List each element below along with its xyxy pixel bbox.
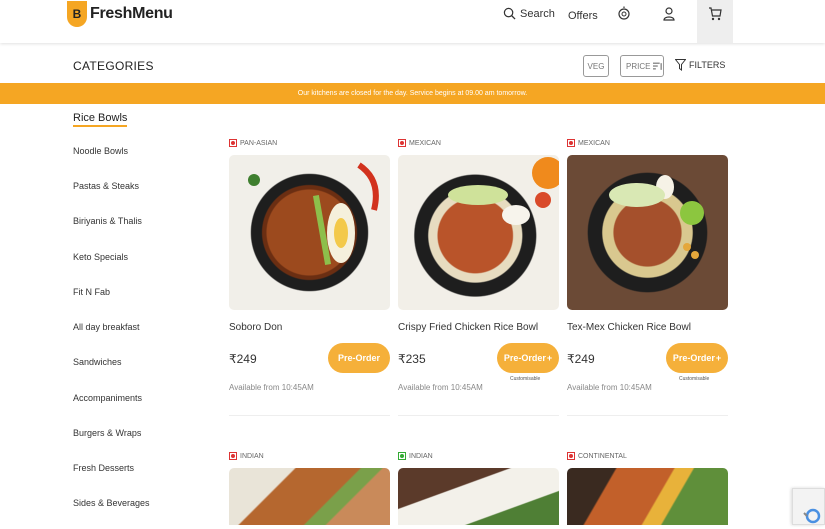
price-sort-button[interactable]: PRICE xyxy=(620,55,664,77)
cuisine-tag: MEXICAN xyxy=(567,139,610,147)
sidebar-item-biriyanis-thalis[interactable]: Biriyanis & Thalis xyxy=(73,216,142,226)
nonveg-indicator-icon xyxy=(229,139,237,147)
pre-order-label: Pre-Order xyxy=(672,353,715,363)
recaptcha-badge[interactable] xyxy=(792,488,825,525)
search-label: Search xyxy=(520,7,555,20)
help-button[interactable] xyxy=(617,6,631,27)
plus-sign: + xyxy=(715,353,722,363)
availability-text: Available from 10:45AM xyxy=(398,383,483,392)
sidebar-item-burgers-wraps[interactable]: Burgers & Wraps xyxy=(73,428,141,438)
cuisine-label: MEXICAN xyxy=(409,139,441,147)
cuisine-tag: INDIAN xyxy=(229,452,264,460)
product-name[interactable]: Crispy Fried Chicken Rice Bowl xyxy=(398,322,538,333)
product-image[interactable] xyxy=(567,468,728,525)
cuisine-label: INDIAN xyxy=(240,452,264,460)
cuisine-tag: PAN-ASIAN xyxy=(229,139,277,147)
veg-indicator-icon xyxy=(398,452,406,460)
product-name[interactable]: Soboro Don xyxy=(229,322,282,333)
card-divider xyxy=(229,415,390,416)
food-illustration xyxy=(609,175,704,259)
logo-text: FreshMenu xyxy=(90,5,173,22)
pre-order-button[interactable]: Pre-Order + xyxy=(666,343,728,373)
service-closed-banner: Our kitchens are closed for the day. Ser… xyxy=(0,83,825,104)
sidebar-item-sides-beverages[interactable]: Sides & Beverages xyxy=(73,498,150,508)
cuisine-tag: MEXICAN xyxy=(398,139,441,147)
cuisine-tag: INDIAN xyxy=(398,452,433,460)
search-button[interactable]: Search xyxy=(503,7,555,20)
product-image[interactable] xyxy=(398,155,559,310)
cuisine-label: CONTINENTAL xyxy=(578,452,627,460)
lifebuoy-icon xyxy=(618,6,630,20)
nonveg-indicator-icon xyxy=(398,139,406,147)
product-image[interactable] xyxy=(229,468,390,525)
card-divider xyxy=(567,415,728,416)
veg-toggle[interactable]: VEG xyxy=(583,55,609,77)
filter-icon xyxy=(675,59,686,71)
cuisine-label: INDIAN xyxy=(409,452,433,460)
cuisine-label: MEXICAN xyxy=(578,139,610,147)
sort-icon xyxy=(653,62,663,70)
pre-order-button[interactable]: Pre-Order xyxy=(328,343,390,373)
sidebar-item-noodle-bowls[interactable]: Noodle Bowls xyxy=(73,146,128,156)
banner-text: Our kitchens are closed for the day. Ser… xyxy=(297,90,528,97)
sidebar-item-all-day-breakfast[interactable]: All day breakfast xyxy=(73,322,140,332)
price-sort-label: PRICE xyxy=(626,61,651,71)
plus-sign: + xyxy=(546,353,553,363)
account-button[interactable] xyxy=(662,6,676,27)
nonveg-indicator-icon xyxy=(567,139,575,147)
customisable-label: Customisable xyxy=(679,376,710,382)
sidebar-item-fit-n-fab[interactable]: Fit N Fab xyxy=(73,287,110,297)
category-bar: CATEGORIES VEG PRICE FILTERS xyxy=(0,46,825,83)
product-name[interactable]: Tex-Mex Chicken Rice Bowl xyxy=(567,322,691,333)
card-divider xyxy=(398,415,559,416)
pre-order-button[interactable]: Pre-Order + xyxy=(497,343,559,373)
sidebar-item-sandwiches[interactable]: Sandwiches xyxy=(73,357,122,367)
product-price: ₹249 xyxy=(567,352,595,366)
recaptcha-icon xyxy=(803,508,821,524)
product-price: ₹235 xyxy=(398,352,426,366)
sidebar-item-fresh-desserts[interactable]: Fresh Desserts xyxy=(73,463,134,473)
product-image[interactable] xyxy=(229,155,390,310)
availability-text: Available from 10:45AM xyxy=(567,383,652,392)
pre-order-label: Pre-Order xyxy=(503,353,546,363)
freshmenu-logo[interactable]: B FreshMenu xyxy=(67,0,173,28)
sidebar-item-accompaniments[interactable]: Accompaniments xyxy=(73,393,142,403)
filters-label: FILTERS xyxy=(689,60,726,70)
nonveg-indicator-icon xyxy=(567,452,575,460)
product-price: ₹249 xyxy=(229,352,257,366)
filters-button[interactable]: FILTERS xyxy=(675,59,725,71)
cuisine-tag: CONTINENTAL xyxy=(567,452,627,460)
sidebar-item-pastas-steaks[interactable]: Pastas & Steaks xyxy=(73,181,139,191)
sidebar-item-keto-specials[interactable]: Keto Specials xyxy=(73,252,128,262)
availability-text: Available from 10:45AM xyxy=(229,383,314,392)
offers-link[interactable]: Offers xyxy=(568,10,598,22)
pre-order-label: Pre-Order xyxy=(337,353,381,363)
sidebar-item-rice-bowls[interactable]: Rice Bowls xyxy=(73,112,128,127)
product-image[interactable] xyxy=(398,468,559,525)
search-icon xyxy=(503,7,516,20)
cart-icon xyxy=(709,7,722,21)
top-header: B FreshMenu Search Offers xyxy=(0,0,825,43)
categories-title: CATEGORIES xyxy=(73,59,154,73)
logo-mark-icon: B xyxy=(67,1,87,27)
food-illustration xyxy=(248,162,379,265)
cart-button[interactable] xyxy=(697,0,733,43)
cuisine-label: PAN-ASIAN xyxy=(240,139,278,147)
food-illustration xyxy=(448,157,559,225)
nonveg-indicator-icon xyxy=(229,452,237,460)
customisable-label: Customisable xyxy=(510,376,541,382)
user-icon xyxy=(663,7,675,21)
product-image[interactable] xyxy=(567,155,728,310)
